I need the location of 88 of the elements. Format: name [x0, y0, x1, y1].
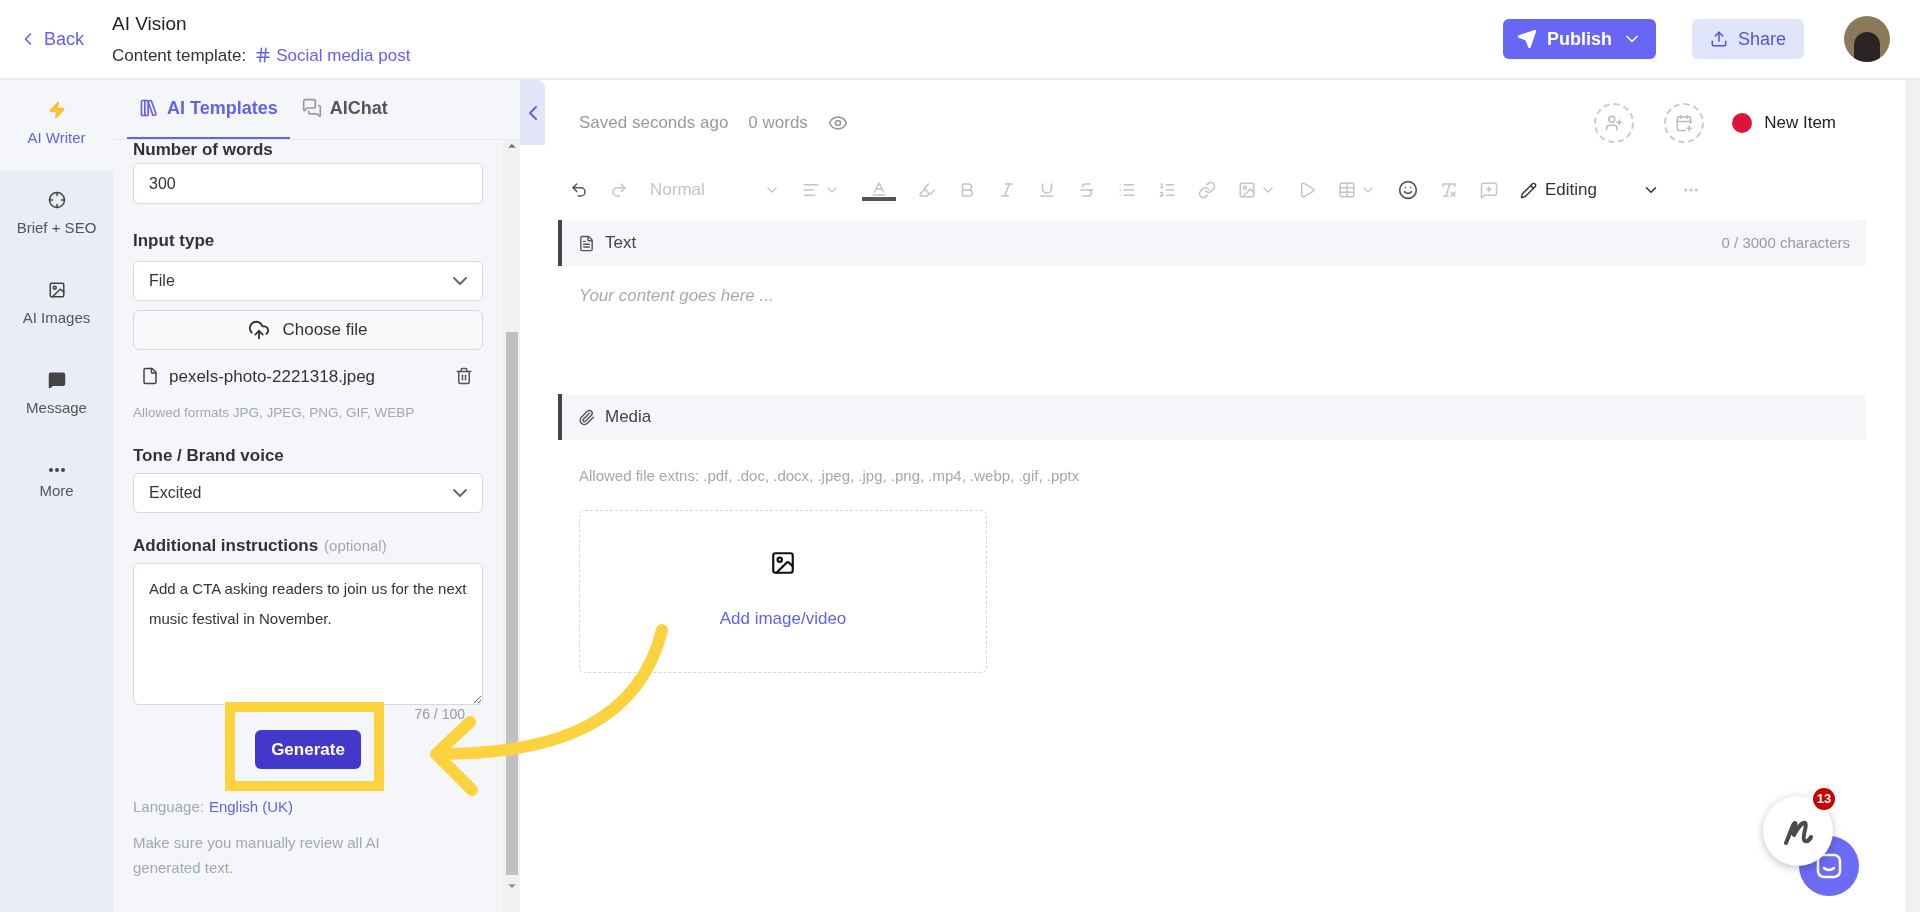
tone-select[interactable]: Excited [133, 472, 483, 513]
section-title: Media [605, 406, 652, 429]
letter-a-icon [870, 179, 888, 198]
item-status[interactable]: New Item [1764, 109, 1836, 136]
undo-icon[interactable] [570, 181, 588, 199]
upload-dropzone[interactable]: Add image/video [579, 509, 987, 673]
pencil-icon [1520, 181, 1537, 199]
play-icon[interactable] [1298, 181, 1316, 199]
save-status: Saved seconds ago [579, 111, 729, 134]
paperclip-icon [578, 408, 595, 426]
character-counter: 0 / 3000 characters [1721, 232, 1850, 253]
panel-tab[interactable]: AIChat [289, 79, 400, 139]
comment-plus-icon[interactable] [1480, 181, 1498, 199]
cloud-upload-icon [248, 318, 271, 341]
clear-format-icon[interactable] [1440, 181, 1458, 199]
collapse-button[interactable] [520, 80, 545, 145]
user-plus-icon [1605, 113, 1624, 132]
rail-item[interactable]: AI Writer [0, 80, 113, 170]
file-icon [141, 367, 159, 386]
caret-icon [453, 276, 467, 285]
books-icon [139, 98, 159, 118]
template-link[interactable]: Social media post [254, 42, 411, 68]
template-label: Content template: [112, 44, 247, 67]
mode-select[interactable]: Editing [1520, 177, 1660, 203]
scrollbar[interactable] [503, 140, 520, 912]
calendar-plus-icon [1675, 113, 1694, 132]
link-icon[interactable] [1198, 181, 1216, 199]
image-icon [47, 280, 66, 299]
rail-item[interactable]: Message [0, 350, 113, 440]
field-label: Input type [133, 230, 216, 252]
formats-hint: Allowed formats JPG, JPEG, PNG, GIF, WEBP [133, 404, 416, 422]
language-label: Language: [133, 797, 204, 818]
rail-item[interactable]: More [0, 440, 113, 530]
send-icon [1516, 29, 1537, 49]
lightning-icon [47, 100, 66, 119]
document-title: AI Vision [112, 12, 188, 36]
caret-icon [453, 488, 467, 497]
assign-user-button[interactable] [1594, 102, 1635, 143]
instructions-field[interactable]: Add a CTA asking readers to join us for the next music festival in November. [133, 563, 483, 706]
share-button[interactable]: Share [1691, 19, 1804, 59]
hash-icon [254, 46, 273, 65]
panel-tab[interactable]: AI Templates [127, 79, 290, 139]
underline-icon[interactable] [1038, 181, 1056, 199]
text-color-button[interactable] [862, 179, 896, 201]
chevron-left-icon [528, 105, 537, 120]
add-media-link[interactable]: Add image/video [719, 606, 847, 632]
rail-item[interactable]: Brief + SEO [0, 170, 113, 260]
bullet-list-icon[interactable] [1118, 181, 1136, 199]
field-label: Additional instructions [133, 534, 319, 557]
trash-icon[interactable] [455, 367, 473, 386]
file-types-hint: Allowed file extns: .pdf, .doc, .docx, .jpeg, .jpg, .png, .mp4, .webp, .gif, .pptx [578, 466, 1081, 486]
strikethrough-icon[interactable] [1078, 181, 1096, 199]
ellipsis-icon [48, 467, 65, 472]
field-label: Number of words [133, 140, 274, 160]
numbered-list-icon[interactable] [1158, 181, 1176, 199]
character-counter: 76 / 100 [414, 706, 465, 723]
input-type-select[interactable]: File [133, 260, 483, 301]
word-count-field[interactable]: 300 [133, 163, 483, 204]
image-icon[interactable] [1238, 181, 1256, 199]
review-note: Make sure you manually review all AI generated text. [133, 832, 381, 878]
italic-icon[interactable] [998, 181, 1016, 199]
assistant-button[interactable] [1763, 796, 1833, 866]
highlighter-icon[interactable] [918, 181, 936, 199]
section-title: Text [605, 232, 638, 255]
schedule-button[interactable] [1664, 102, 1705, 143]
avatar[interactable] [1844, 16, 1890, 62]
align-left-icon[interactable] [802, 181, 820, 199]
speech-bubble-icon [47, 370, 66, 389]
rail-item[interactable]: AI Images [0, 260, 113, 350]
smiley-icon[interactable] [1398, 180, 1418, 200]
notification-badge: 13 [1811, 786, 1837, 812]
redo-icon[interactable] [610, 181, 628, 199]
word-count: 0 words [748, 111, 808, 134]
chat-icon [1816, 853, 1842, 879]
image-icon [770, 550, 796, 577]
file-name: pexels-photo-2221318.jpeg [169, 365, 377, 388]
field-label: Tone / Brand voice [133, 445, 285, 468]
language-link[interactable]: English (UK) [208, 796, 294, 819]
choose-file-button[interactable]: Choose file [133, 309, 483, 350]
table-icon[interactable] [1338, 181, 1356, 199]
publish-button[interactable]: Publish [1502, 19, 1656, 59]
chat-bubbles-icon [301, 98, 322, 118]
back-button[interactable]: Back [18, 25, 112, 53]
crosshair-icon [47, 190, 66, 209]
generate-button[interactable]: Generate [255, 730, 361, 770]
document-icon [578, 234, 595, 252]
optional-hint: (optional) [324, 535, 387, 556]
upload-icon [1709, 30, 1728, 48]
